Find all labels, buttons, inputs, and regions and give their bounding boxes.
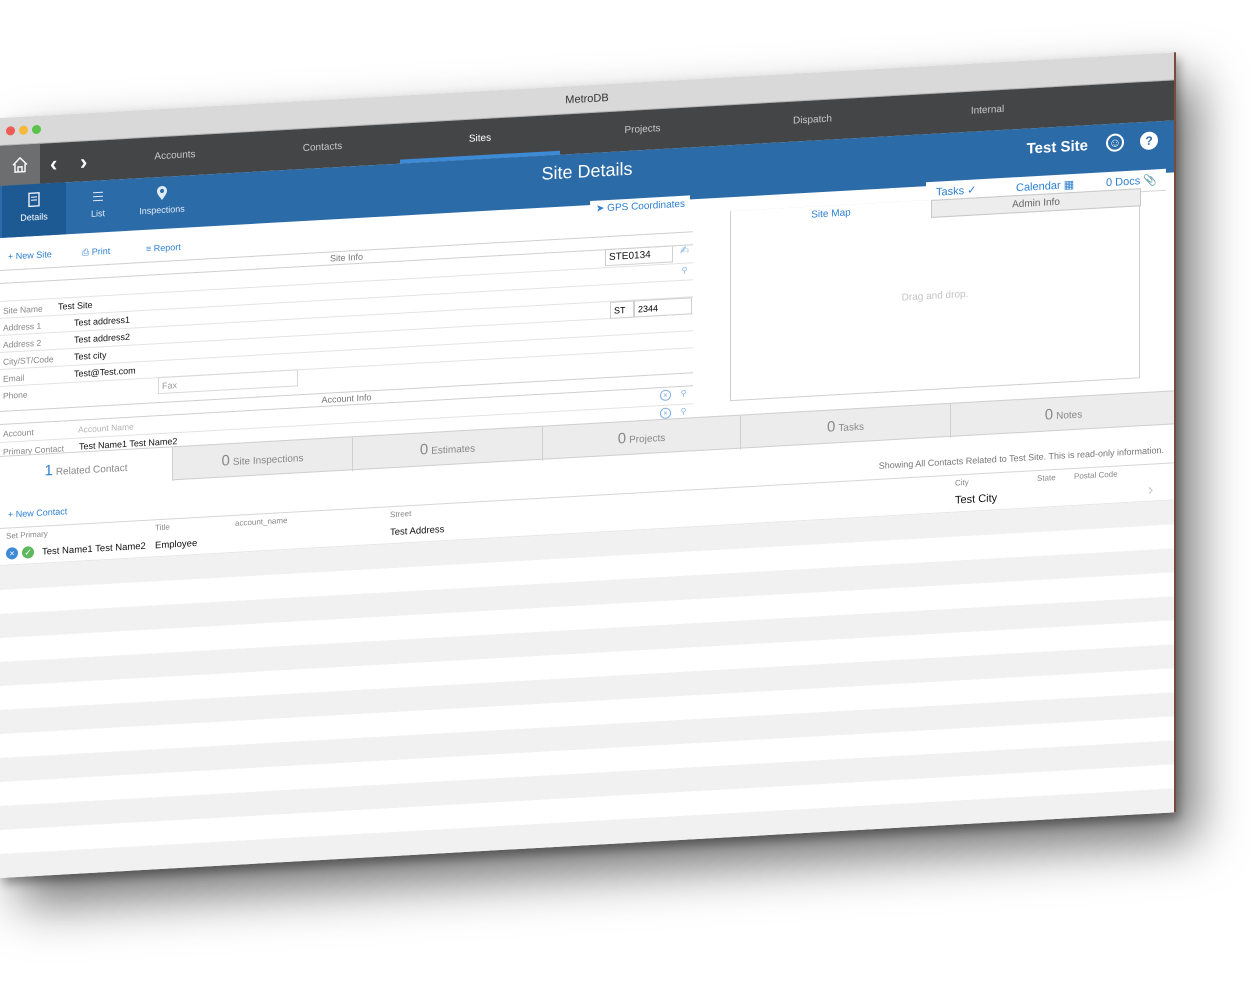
state-field[interactable]: ST [610,300,634,319]
site-map-panel: Site Map Admin Info Drag and drop. [730,188,1141,402]
tab-count: 0 [221,452,230,470]
column-header: account_name [235,515,288,528]
email-field[interactable]: Test@Test.com [74,365,136,378]
tab-count: 0 [419,441,429,459]
tab-contacts[interactable]: Contacts [260,124,385,171]
report-label: Report [153,241,181,254]
tasks-label: Tasks [936,185,965,199]
tab-label: Site Inspections [232,453,304,468]
set-primary-check-icon[interactable]: ✓ [22,546,34,559]
tab-label: Tasks [838,421,864,435]
tab-count: 0 [827,418,836,436]
new-contact-label: New Contact [15,506,68,520]
city-field[interactable]: Test city [74,350,107,362]
column-header: Postal Code [1074,469,1118,481]
docs-button[interactable]: 0 Docs 📎 [1106,173,1157,189]
city-st-code-label: City/ST/Code [3,354,54,367]
tab-site-inspections[interactable]: 0 Site Inspections [173,437,353,482]
contact-title: Employee [155,537,198,552]
chevron-right-icon[interactable]: › [1148,482,1153,500]
tab-label: Estimates [431,443,476,457]
clear-icon[interactable]: × [660,407,671,420]
calendar-label: Calendar [1016,179,1061,195]
account-label: Account [3,427,34,439]
address2-label: Address 2 [3,337,42,350]
address2-field[interactable]: Test address2 [74,332,130,345]
new-site-label: New Site [15,249,52,262]
site-name-field[interactable]: Test Site [58,300,93,312]
print-button[interactable]: ⎙ Print [82,246,110,259]
site-name-label: Site Name [3,303,43,316]
tab-notes[interactable]: 0 Notes [951,391,1176,438]
print-label: Print [91,245,111,257]
tab-related-contact[interactable]: 1 Related Contact [0,447,173,491]
tab-count: 0 [617,429,627,448]
new-site-button[interactable]: + New Site [8,249,52,261]
column-header: Street [390,509,412,520]
email-label: Email [3,372,25,384]
address1-label: Address 1 [3,320,42,333]
home-button[interactable] [0,143,40,186]
tab-count: 0 [1044,406,1054,424]
gps-label: GPS Coordinates [607,198,685,215]
home-icon [12,156,28,173]
tasks-button[interactable]: Tasks ✓ [936,183,976,198]
contact-street: Test Address [390,524,445,539]
broom-icon[interactable]: ✍ [679,244,690,258]
search-icon[interactable]: ⚲ [678,406,689,418]
contact-city: Test City [955,492,998,507]
column-header: City [955,477,969,488]
tab-count: 1 [44,462,53,480]
screenshot-stage: MetroDB ‹ › Accounts Contacts Sites Proj… [0,0,1250,1000]
tab-label: Notes [1056,409,1083,422]
address1-field[interactable]: Test address1 [74,315,130,328]
current-site-name: Test Site [1026,137,1088,158]
column-header: State [1037,472,1056,484]
contact-name: Test Name1 Test Name2 [42,540,146,558]
forward-arrow-icon[interactable]: › [80,149,87,175]
map-drop-zone[interactable]: Drag and drop. [731,279,1139,313]
search-icon[interactable]: ⚲ [678,388,689,400]
empty-table-rows [0,500,1174,878]
phone-label: Phone [3,389,28,401]
account-name-input[interactable]: Account Name [78,422,134,435]
app-window: MetroDB ‹ › Accounts Contacts Sites Proj… [0,52,1176,878]
tab-label: Projects [629,432,666,446]
report-button[interactable]: ≡ Report [146,242,181,254]
back-arrow-icon[interactable]: ‹ [50,151,57,177]
clear-icon[interactable]: × [660,389,671,402]
tab-accounts[interactable]: Accounts [120,133,230,179]
map-pin-icon[interactable]: ⚲ [679,265,690,277]
tab-label: Related Contact [55,462,128,478]
column-header: Set Primary [6,529,48,541]
tab-tasks[interactable]: 0 Tasks [741,403,951,450]
column-header: Title [155,522,170,533]
new-contact-button[interactable]: + New Contact [8,506,67,519]
tab-site-map[interactable]: Site Map [731,199,931,230]
remove-icon[interactable]: × [6,546,18,560]
docs-label: 0 Docs [1106,175,1141,190]
site-id-field[interactable]: STE0134 [605,245,673,267]
